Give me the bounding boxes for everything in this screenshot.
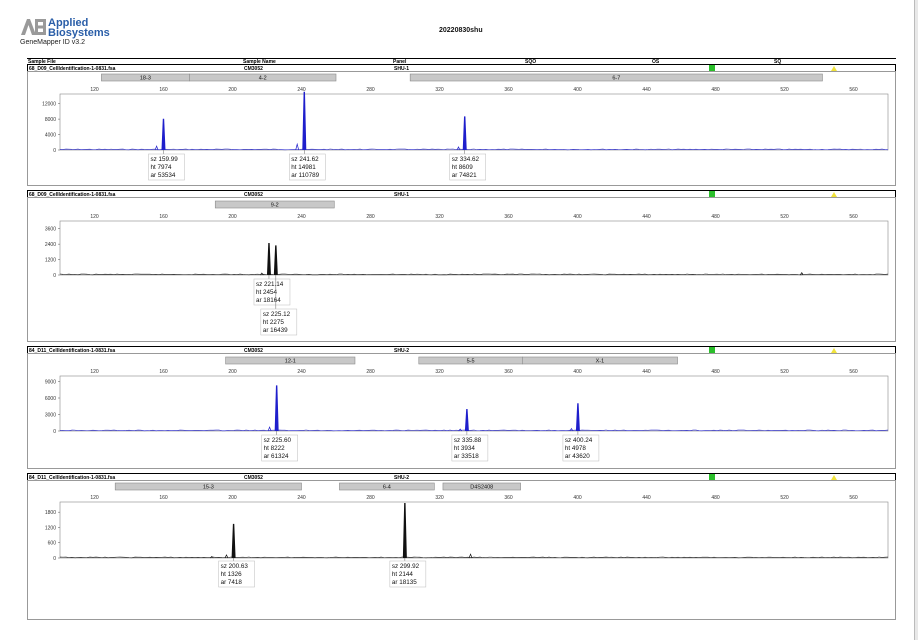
y-tick-label: 600 xyxy=(48,541,57,547)
x-tick-label: 200 xyxy=(228,495,237,501)
x-tick-label: 400 xyxy=(573,495,582,501)
x-tick-label: 160 xyxy=(159,495,168,501)
electropherogram-4: 15-3 6-4 D4S2408 120 160 200 240 280 320 360 400 44… xyxy=(45,482,889,588)
baseline-trace xyxy=(59,556,889,559)
x-tick-label: 480 xyxy=(711,495,720,501)
y-tick-label: 1200 xyxy=(45,525,56,531)
x-tick-label: 320 xyxy=(435,495,444,501)
peak-area: ar 7418 xyxy=(221,579,243,586)
peak-size: sz 200.63 xyxy=(221,563,249,570)
plot-area xyxy=(59,501,889,559)
x-tick-label: 520 xyxy=(780,495,789,501)
peak-height: ht 2144 xyxy=(392,571,414,578)
allele-peak xyxy=(231,523,236,559)
x-tick-label: 280 xyxy=(366,495,375,501)
peak-area: ar 18135 xyxy=(392,579,417,586)
x-tick-label: 560 xyxy=(849,495,858,501)
peak-height: ht 1326 xyxy=(221,571,243,578)
x-tick-label: 120 xyxy=(90,495,99,501)
x-tick-label: 360 xyxy=(504,495,513,501)
x-tick-label: 240 xyxy=(297,495,306,501)
y-tick-label: 1800 xyxy=(45,510,56,516)
peak-size: sz 299.92 xyxy=(392,563,420,570)
bin-label: 6-4 xyxy=(383,485,391,491)
bin-label: 15-3 xyxy=(203,485,214,491)
allele-peak xyxy=(402,503,407,559)
y-tick-label: 0 xyxy=(53,556,56,562)
report-page: { "header": { "brand_line1": "Applied", … xyxy=(0,0,915,640)
x-tick-label: 440 xyxy=(642,495,651,501)
bin-label: D4S2408 xyxy=(470,485,493,491)
